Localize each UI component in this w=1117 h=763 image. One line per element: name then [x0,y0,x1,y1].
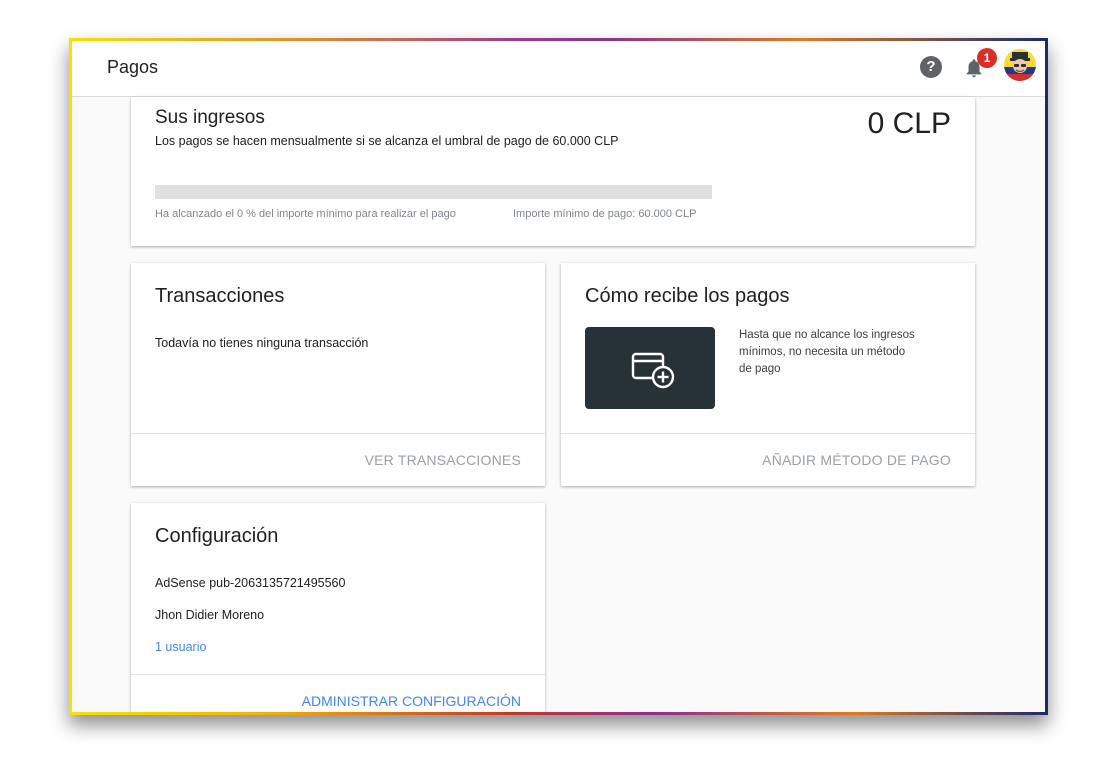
frame-bottom-gradient [69,712,1048,715]
payment-method-text-line1: Hasta que no alcance los ingresos [739,329,915,341]
user-avatar[interactable] [1004,49,1036,81]
income-card: Sus ingresos Los pagos se hacen mensualm… [131,97,975,246]
payment-method-illustration [585,327,715,409]
settings-heading: Configuración [155,525,279,547]
progress-note: Ha alcanzado el 0 % del importe mínimo p… [155,208,456,220]
frame-top-gradient [69,38,1048,41]
transactions-empty-text: Todavía no tienes ninguna transacción [155,336,369,350]
payment-method-card: Cómo recibe los pagos Hasta que no alcan… [561,263,975,486]
settings-card: Configuración AdSense pub-20631357214955… [131,503,545,712]
transactions-footer: VER TRANSACCIONES [131,433,545,486]
users-link[interactable]: 1 usuario [155,640,206,654]
income-description: Los pagos se hacen mensualmente si se al… [155,134,619,148]
add-card-icon [631,352,675,389]
payment-method-text-line3: de pago [739,363,781,375]
transactions-card: Transacciones Todavía no tienes ninguna … [131,263,545,486]
transactions-heading: Transacciones [155,285,285,307]
payment-method-heading: Cómo recibe los pagos [585,285,790,307]
payment-method-footer: AÑADIR MÉTODO DE PAGO [561,433,975,486]
help-icon[interactable]: ? [920,56,942,78]
income-amount: 0 CLP [867,107,951,140]
payment-threshold-progress [155,185,712,199]
income-heading: Sus ingresos [155,107,265,128]
minimum-payment-note: Importe mínimo de pago: 60.000 CLP [513,208,697,220]
account-name: Jhon Didier Moreno [155,608,265,622]
manage-settings-button[interactable]: ADMINISTRAR CONFIGURACIÓN [302,693,521,709]
add-payment-method-button[interactable]: AÑADIR MÉTODO DE PAGO [762,452,951,468]
payment-method-text-line2: mínimos, no necesita un método [739,346,906,358]
window-frame: Pagos ? 1 Sus ingresos Los pagos se hace… [69,38,1048,715]
account-id: AdSense pub-2063135721495560 [155,576,346,590]
app-content: Pagos ? 1 Sus ingresos Los pagos se hace… [72,41,1045,712]
notification-badge: 1 [977,48,997,68]
view-transactions-button[interactable]: VER TRANSACCIONES [365,452,521,468]
settings-footer: ADMINISTRAR CONFIGURACIÓN [131,674,545,712]
top-app-bar: Pagos ? 1 [72,41,1045,97]
page-title: Pagos [107,57,159,77]
